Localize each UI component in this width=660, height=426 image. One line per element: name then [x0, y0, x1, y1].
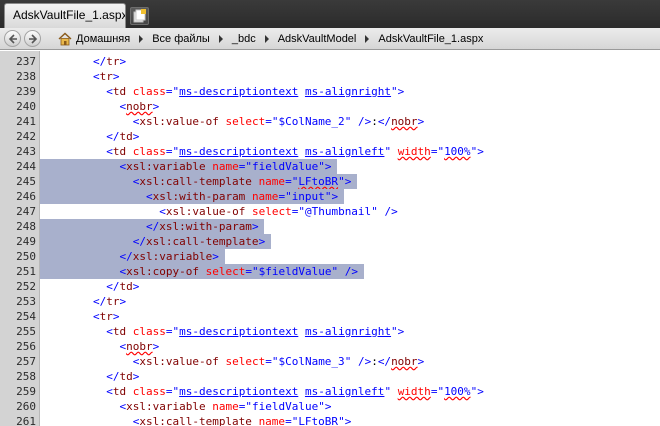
forward-button[interactable] [24, 30, 41, 47]
line-number: 257 [16, 355, 36, 368]
line-number: 250 [16, 250, 36, 263]
line-number: 261 [16, 415, 36, 426]
line-number: 243 [16, 145, 36, 158]
code-line[interactable]: 261 <xsl:call-template name="LFtoBR"> [0, 414, 660, 426]
line-number: 256 [16, 340, 36, 353]
code-line[interactable]: 260 <xsl:variable name="fieldValue"> [0, 399, 660, 414]
line-number: 241 [16, 115, 36, 128]
breadcrumb-label: AdskVaultFile_1.aspx [378, 33, 484, 45]
line-number: 242 [16, 130, 36, 143]
breadcrumb-all-files[interactable]: Все файлы [146, 28, 216, 50]
address-bar: Домашняя Все файлы _bdc AdskVaultModel A… [0, 28, 660, 50]
code-line[interactable]: 241 <xsl:value-of select="$ColName_2" />… [0, 114, 660, 129]
code-line[interactable]: 238 <tr> [0, 69, 660, 84]
line-number: 260 [16, 400, 36, 413]
code-line[interactable]: 243 <td class="ms-descriptiontext ms-ali… [0, 144, 660, 159]
home-icon [58, 32, 72, 46]
code-line[interactable]: 257 <xsl:value-of select="$ColName_3" />… [0, 354, 660, 369]
line-number: 253 [16, 295, 36, 308]
code-line[interactable]: 247 <xsl:value-of select="@Thumbnail" /> [0, 204, 660, 219]
code-line[interactable]: 239 <td class="ms-descriptiontext ms-ali… [0, 84, 660, 99]
breadcrumb: Домашняя Все файлы _bdc AdskVaultModel A… [52, 28, 660, 50]
breadcrumb-label: AdskVaultModel [277, 33, 357, 45]
forward-arrow-icon [29, 34, 38, 44]
code-line[interactable]: 259 <td class="ms-descriptiontext ms-ali… [0, 384, 660, 399]
back-arrow-icon [8, 34, 17, 44]
code-line[interactable]: 246 <xsl:with-param name="input"> [0, 189, 660, 204]
line-number: 258 [16, 370, 36, 383]
line-number: 244 [16, 160, 36, 173]
code-line[interactable]: 256 <nobr> [0, 339, 660, 354]
line-number: 259 [16, 385, 36, 398]
breadcrumb-label: _bdc [231, 33, 256, 45]
line-number: 254 [16, 310, 36, 323]
code-line[interactable]: 250 </xsl:variable> [0, 249, 660, 264]
breadcrumb-file[interactable]: AdskVaultFile_1.aspx [372, 28, 489, 50]
breadcrumb-home[interactable]: Домашняя [52, 28, 136, 50]
line-number: 239 [16, 85, 36, 98]
code-editor[interactable]: 237 </tr> 238 <tr> 239 <td class="ms-descr… [0, 51, 660, 426]
code-line[interactable]: 245 <xsl:call-template name="LFtoBR"> [0, 174, 660, 189]
chevron-right-icon[interactable] [136, 28, 146, 50]
chevron-right-icon[interactable] [216, 28, 226, 50]
code-line[interactable]: 258 </td> [0, 369, 660, 384]
tab-title: AdskVaultFile_1.aspx [13, 8, 126, 22]
code-line[interactable]: 253 </tr> [0, 294, 660, 309]
breadcrumb-label: Домашняя [76, 33, 131, 45]
line-number: 249 [16, 235, 36, 248]
code-line[interactable]: 249 </xsl:call-template> [0, 234, 660, 249]
back-button[interactable] [4, 30, 21, 47]
line-number: 252 [16, 280, 36, 293]
line-number: 255 [16, 325, 36, 338]
line-number: 240 [16, 100, 36, 113]
line-number: 237 [16, 55, 36, 68]
code-line[interactable]: 237 </tr> [0, 54, 660, 69]
chevron-right-icon[interactable] [262, 28, 272, 50]
code-line[interactable]: 248 </xsl:with-param> [0, 219, 660, 234]
breadcrumb-label: Все файлы [152, 33, 210, 45]
code-line[interactable]: 255 <td class="ms-descriptiontext ms-ali… [0, 324, 660, 339]
line-number: 251 [16, 265, 36, 278]
code-line[interactable]: 254 <tr> [0, 309, 660, 324]
breadcrumb-bdc[interactable]: _bdc [226, 28, 262, 50]
line-number: 246 [16, 190, 36, 203]
line-number: 248 [16, 220, 36, 233]
code-line[interactable]: 242 </td> [0, 129, 660, 144]
tab-bar: AdskVaultFile_1.aspx [0, 0, 660, 28]
line-number: 247 [16, 205, 36, 218]
new-tab-button[interactable] [130, 7, 149, 25]
code-line[interactable]: 252 </td> [0, 279, 660, 294]
chevron-right-icon[interactable] [362, 28, 372, 50]
new-document-icon [133, 9, 146, 23]
breadcrumb-model[interactable]: AdskVaultModel [272, 28, 363, 50]
code-line[interactable]: 244 <xsl:variable name="fieldValue"> [0, 159, 660, 174]
code-line[interactable]: 240 <nobr> [0, 99, 660, 114]
code-line[interactable]: 251 <xsl:copy-of select="$fieldValue" /> [0, 264, 660, 279]
tab-file[interactable]: AdskVaultFile_1.aspx [4, 3, 126, 28]
line-number: 245 [16, 175, 36, 188]
line-number: 238 [16, 70, 36, 83]
